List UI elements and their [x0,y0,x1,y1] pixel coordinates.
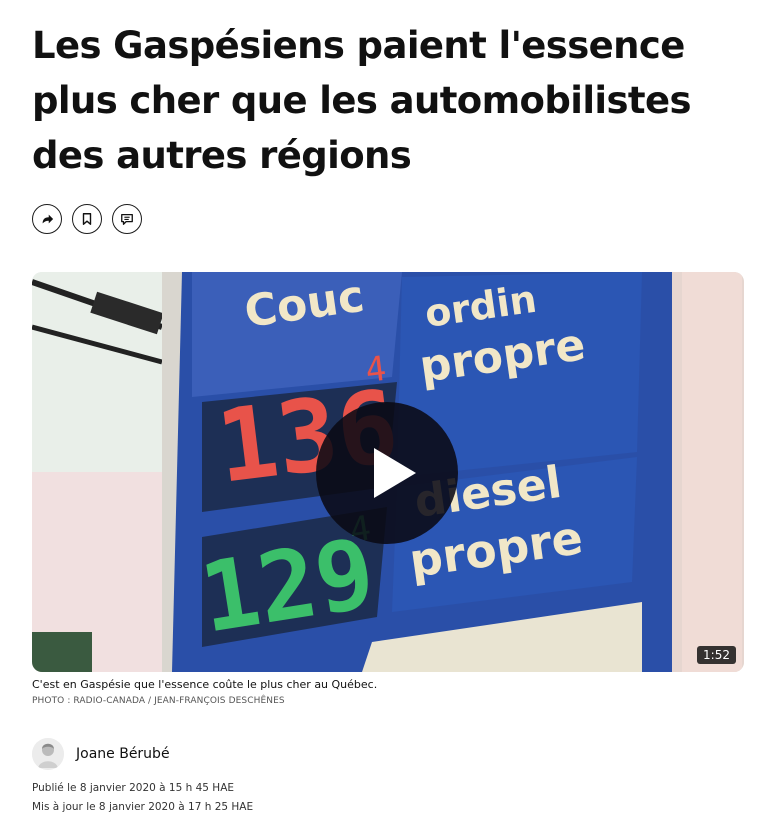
article-actions [32,204,142,234]
play-button[interactable] [316,402,458,544]
author-block: Joane Bérubé [32,738,170,770]
photo-credit: PHOTO : RADIO-CANADA / JEAN-FRANÇOIS DES… [32,696,285,706]
updated-date: Mis à jour le 8 janvier 2020 à 17 h 25 H… [32,801,254,813]
share-button[interactable] [32,204,62,234]
author-name[interactable]: Joane Bérubé [76,746,170,762]
comment-icon [121,213,133,225]
comment-button[interactable] [112,204,142,234]
share-icon [42,214,54,224]
avatar[interactable] [32,738,64,770]
play-icon [374,448,416,498]
bookmark-icon [82,213,92,225]
bookmark-button[interactable] [72,204,102,234]
video-player[interactable]: Couc 136 4 129 4 ordin propre diesel pro… [32,272,744,672]
author-portrait-icon [32,738,64,770]
published-date: Publié le 8 janvier 2020 à 15 h 45 HAE [32,782,235,794]
article-title: Les Gaspésiens paient l'essence plus che… [32,24,692,177]
image-caption: C'est en Gaspésie que l'essence coûte le… [32,678,378,691]
video-duration: 1:52 [697,646,736,664]
